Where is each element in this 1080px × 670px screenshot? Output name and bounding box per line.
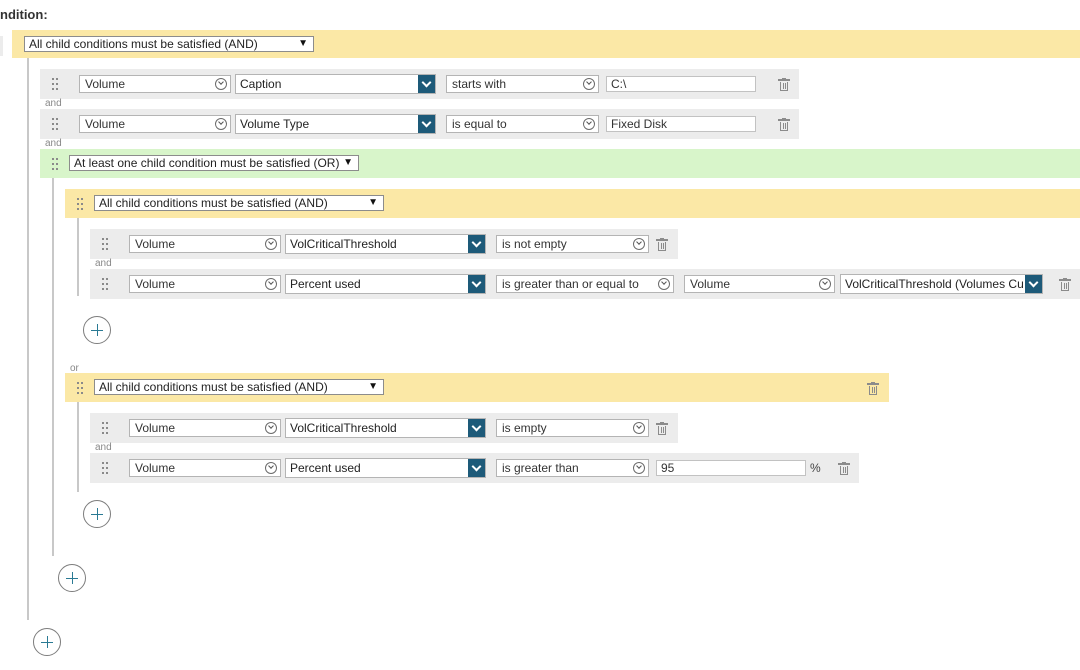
and-group-1-operator-label: All child conditions must be satisfied (… [99, 196, 328, 210]
connector-label: and [95, 258, 112, 269]
chevron-down-icon [468, 275, 485, 293]
root-group-operator-select[interactable]: All child conditions must be satisfied (… [24, 36, 314, 52]
trash-icon[interactable] [656, 238, 668, 251]
condition-compare-field-select[interactable]: VolCriticalThreshold (Volumes Cu [840, 274, 1043, 294]
drag-handle-icon[interactable] [102, 238, 108, 250]
trash-icon[interactable] [778, 118, 790, 131]
root-group-operator-label: All child conditions must be satisfied (… [29, 37, 258, 51]
and-group-2-operator-select[interactable]: All child conditions must be satisfied (… [94, 379, 384, 395]
chevron-down-icon [583, 118, 595, 130]
chevron-down-icon [1025, 275, 1042, 293]
and-group-1-operator-select[interactable]: All child conditions must be satisfied (… [94, 195, 384, 211]
trash-icon[interactable] [838, 462, 850, 475]
drag-handle-icon[interactable] [102, 422, 108, 434]
condition-object-select[interactable]: Volume [79, 115, 231, 133]
add-condition-button[interactable] [33, 628, 61, 656]
condition-compare-object-select[interactable]: Volume [684, 275, 835, 293]
trash-icon[interactable] [1059, 278, 1071, 291]
connector-label: and [45, 138, 62, 149]
trash-icon[interactable] [656, 422, 668, 435]
drag-handle-icon[interactable] [77, 382, 83, 394]
drag-handle-icon[interactable] [102, 462, 108, 474]
and-group-2-operator-label: All child conditions must be satisfied (… [99, 380, 328, 394]
chevron-down-icon [583, 78, 595, 90]
condition-field-select[interactable]: Caption [235, 74, 436, 94]
condition-field-select[interactable]: VolCriticalThreshold [285, 418, 486, 438]
drag-handle-icon[interactable] [52, 158, 58, 170]
trash-icon[interactable] [867, 382, 879, 395]
add-condition-button[interactable] [83, 316, 111, 344]
condition-value-input[interactable]: 95 [656, 460, 806, 476]
condition-value-input[interactable]: Fixed Disk [606, 116, 756, 132]
chevron-down-icon [819, 278, 831, 290]
chevron-down-icon: ▼ [368, 381, 378, 392]
root-group-grip-stub [0, 36, 3, 56]
tree-line-root [27, 58, 29, 620]
chevron-down-icon [633, 238, 645, 250]
chevron-down-icon [265, 422, 277, 434]
add-condition-button[interactable] [58, 564, 86, 592]
condition-object-select[interactable]: Volume [129, 419, 281, 437]
chevron-down-icon [633, 422, 645, 434]
chevron-down-icon [658, 278, 670, 290]
chevron-down-icon [418, 75, 435, 93]
condition-field-select[interactable]: VolCriticalThreshold [285, 234, 486, 254]
chevron-down-icon [265, 462, 277, 474]
condition-operator-select[interactable]: is not empty [496, 235, 649, 253]
chevron-down-icon [468, 459, 485, 477]
connector-label: and [95, 442, 112, 453]
condition-object-select[interactable]: Volume [129, 275, 281, 293]
chevron-down-icon: ▼ [368, 197, 378, 208]
connector-label: and [45, 98, 62, 109]
drag-handle-icon[interactable] [52, 118, 58, 130]
trash-icon[interactable] [778, 78, 790, 91]
tree-line-and-1 [77, 218, 79, 296]
condition-object-select[interactable]: Volume [129, 235, 281, 253]
chevron-down-icon [468, 235, 485, 253]
chevron-down-icon: ▼ [343, 157, 353, 168]
condition-operator-select[interactable]: is equal to [446, 115, 599, 133]
chevron-down-icon [265, 278, 277, 290]
drag-handle-icon[interactable] [52, 78, 58, 90]
tree-line-and-2 [77, 402, 79, 492]
chevron-down-icon: ▼ [298, 38, 308, 49]
condition-object-select[interactable]: Volume [79, 75, 231, 93]
condition-field-select[interactable]: Percent used [285, 458, 486, 478]
add-condition-button[interactable] [83, 500, 111, 528]
chevron-down-icon [215, 118, 227, 130]
drag-handle-icon[interactable] [102, 278, 108, 290]
section-title: ndition: [0, 7, 48, 22]
chevron-down-icon [265, 238, 277, 250]
or-group-operator-select[interactable]: At least one child condition must be sat… [69, 155, 359, 171]
condition-object-select[interactable]: Volume [129, 459, 281, 477]
chevron-down-icon [468, 419, 485, 437]
condition-operator-select[interactable]: is empty [496, 419, 649, 437]
condition-field-select[interactable]: Percent used [285, 274, 486, 294]
tree-line-or [52, 178, 54, 556]
condition-value-input[interactable]: C:\ [606, 76, 756, 92]
drag-handle-icon[interactable] [77, 198, 83, 210]
condition-field-select[interactable]: Volume Type [235, 114, 436, 134]
unit-label: % [810, 461, 821, 475]
condition-operator-select[interactable]: starts with [446, 75, 599, 93]
or-group-operator-label: At least one child condition must be sat… [74, 156, 340, 170]
condition-operator-select[interactable]: is greater than [496, 459, 649, 477]
chevron-down-icon [633, 462, 645, 474]
chevron-down-icon [418, 115, 435, 133]
chevron-down-icon [215, 78, 227, 90]
condition-operator-select[interactable]: is greater than or equal to [496, 275, 674, 293]
